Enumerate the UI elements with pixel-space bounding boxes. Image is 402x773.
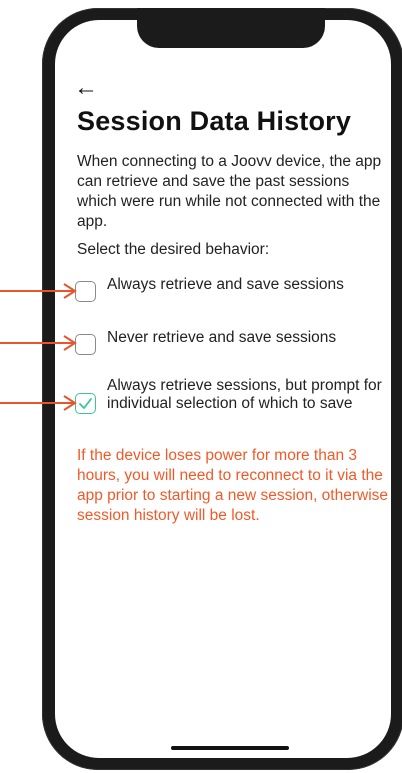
annotation-arrow-icon [0,395,77,411]
warning-text: If the device loses power for more than … [77,447,389,524]
intro-text: When connecting to a Joovv device, the a… [77,153,382,230]
annotation-arrow-icon [0,335,77,351]
option-label: Always retrieve and save sessions [107,276,344,293]
option-label: Always retrieve sessions, but prompt for… [107,377,382,412]
annotation-arrow-icon [0,283,77,299]
home-indicator [171,746,289,750]
page-title: Session Data History [77,106,352,136]
checkmark-icon [79,398,92,409]
back-arrow-icon[interactable]: ← [74,76,98,100]
option-label: Never retrieve and save sessions [107,329,337,346]
phone-notch [137,8,325,48]
prompt-text: Select the desired behavior: [77,241,270,258]
